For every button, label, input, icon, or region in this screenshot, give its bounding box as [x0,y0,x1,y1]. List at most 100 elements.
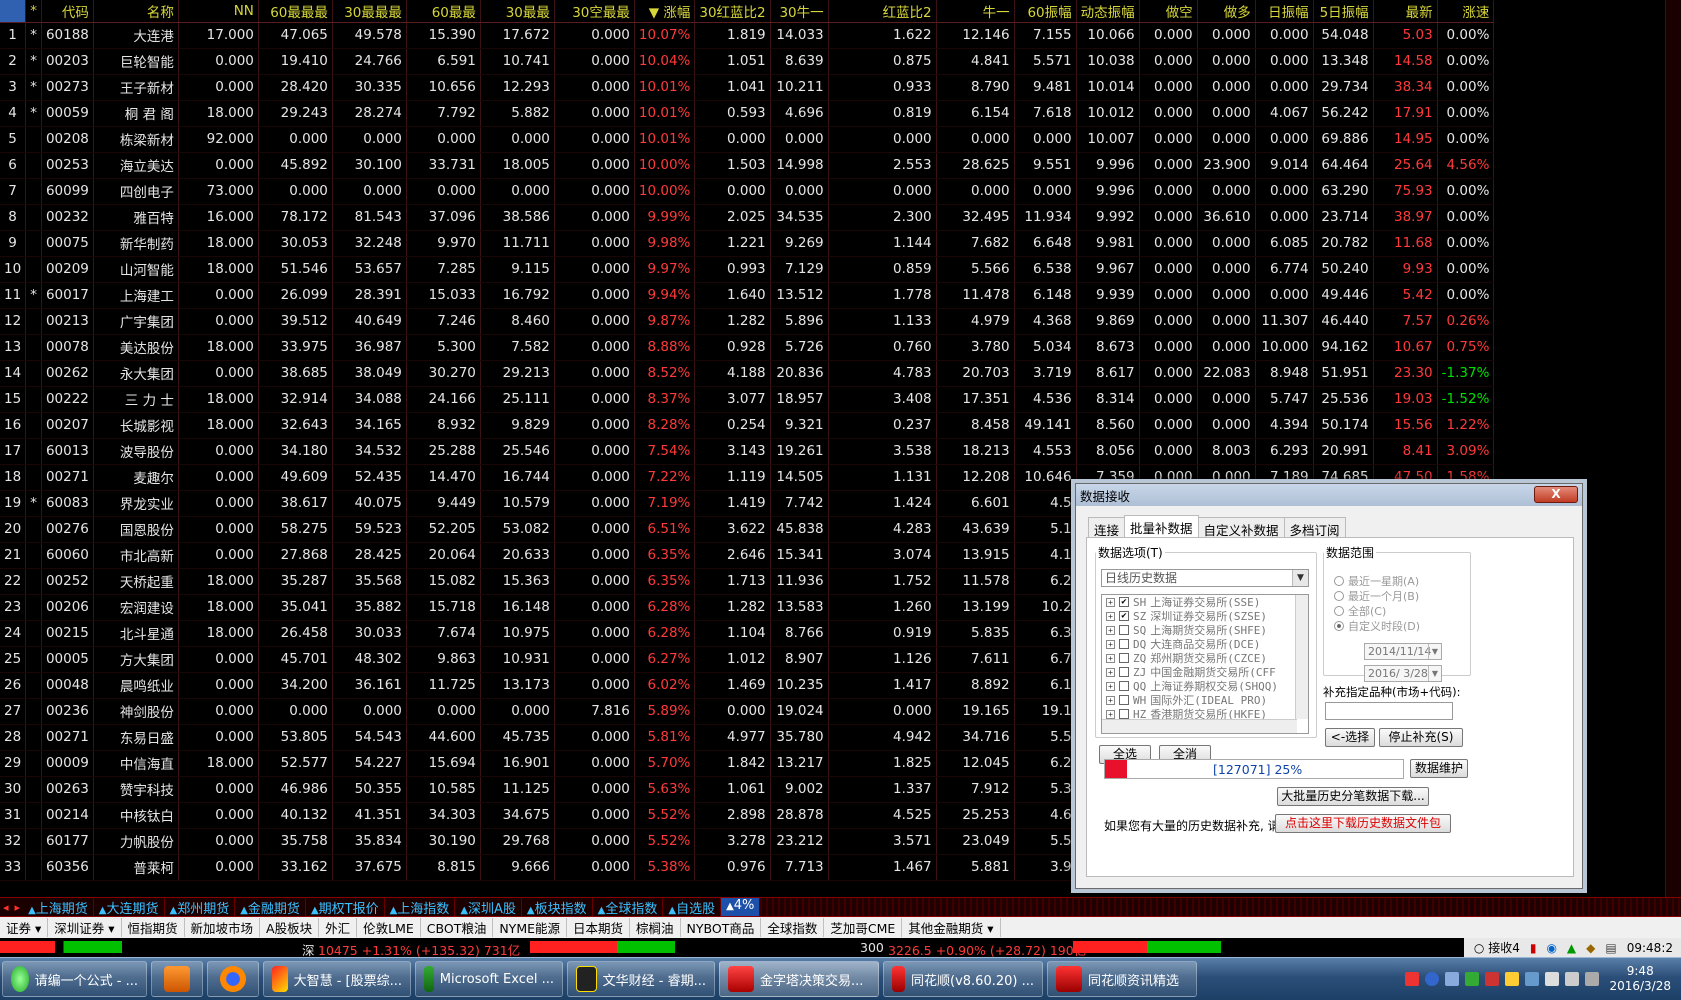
db-icon[interactable]: ▮ [1530,941,1537,955]
expand-icon[interactable]: + [1106,681,1115,691]
market-menu-item[interactable]: 日本期货 [567,918,631,937]
range-radio[interactable]: 自定义时段(D) [1334,618,1420,634]
column-header[interactable]: 牛一 [936,0,1015,23]
security-icon[interactable] [1465,972,1480,986]
market-menu-item[interactable]: NYME能源 [493,918,567,937]
column-header[interactable]: 30红蓝比2 [694,0,771,23]
table-row[interactable]: 4 * 00059 桐 君 阁 18.000 29.243 28.274 7.792 5.882… [0,100,1495,127]
expand-icon[interactable]: + [1106,625,1115,635]
market-menu-item[interactable]: 新加坡市场 [185,918,261,937]
table-row[interactable]: 17 60013 波导股份 0.000 34.180 34.532 25.288 25.546… [0,438,1495,465]
download-history-package-button[interactable]: 点击这里下载历史数据文件包 [1275,814,1451,833]
dialog-title-bar[interactable]: 数据接收 [1076,484,1582,506]
date-to-picker[interactable]: 2016/ 3/28 ▼ [1364,665,1442,682]
market-tab[interactable]: ▲上海期货 [23,898,94,916]
market-tab[interactable]: ▲自选股 [663,898,722,916]
table-row[interactable]: 1 * 60188 大连港 17.000 47.065 49.578 15.390 17.672… [0,22,1495,49]
column-header[interactable]: 日振幅 [1255,0,1314,23]
receive-status[interactable]: ○ 接收4 [1474,939,1520,956]
exchange-checkbox[interactable] [1119,653,1129,663]
column-header[interactable]: 30牛一 [770,0,829,23]
date-from-picker[interactable]: 2014/11/14 ▼ [1364,643,1442,660]
table-row[interactable]: 15 00222 三 力 士 18.000 32.914 34.088 24.166 25.1… [0,386,1495,413]
exchange-item[interactable]: + ZQ 郑州期货交易所(CZCE) [1102,651,1308,665]
market-tab[interactable]: ▲全球指数 [593,898,664,916]
column-header[interactable]: 60最最 [406,0,481,23]
tree-horizontal-scrollbar[interactable] [1102,719,1297,733]
market-menu-item[interactable]: CBOT粮油 [421,918,494,937]
taskbar-item-excel[interactable]: Microsoft Excel ... [415,961,563,997]
column-header[interactable]: 红蓝比2 [828,0,937,23]
exchange-item[interactable]: + ✔ SZ 深圳证券交易所(SZSE) [1102,609,1308,623]
table-row[interactable]: 16 00207 长城影视 18.000 32.643 34.165 8.932 9.829 0… [0,412,1495,439]
market-tab[interactable]: ▲郑州期货 [165,898,236,916]
market-menu-item[interactable]: NYBOT商品 [681,918,762,937]
column-header[interactable]: 做空 [1139,0,1198,23]
tree-vertical-scrollbar[interactable] [1295,595,1308,719]
market-menu-item[interactable]: 芝加哥CME [824,918,903,937]
market-menu-item[interactable]: 深圳证券 ▾ [48,918,122,937]
vertical-scrollbar[interactable] [1665,0,1681,897]
table-row[interactable]: 8 00232 雅百特 16.000 78.172 81.543 37.096 38.586 0… [0,204,1495,231]
bulk-tick-download-button[interactable]: 大批量历史分笔数据下载... [1277,787,1429,806]
column-header[interactable]: 做多 [1197,0,1256,23]
exchange-checkbox[interactable] [1119,639,1129,649]
sogou-icon[interactable] [1405,972,1420,986]
market-menu-item[interactable]: 证券 ▾ [0,918,49,937]
taskbar-item-dazhihui[interactable]: 大智慧 - [股票综... [263,961,411,997]
market-menu-item[interactable]: 外汇 [319,918,358,937]
column-header[interactable]: 30空最最 [554,0,635,23]
taskbar-item-tonghuashun[interactable]: 同花顺(v8.60.20) ... [883,961,1043,997]
network-tray-icon[interactable] [1445,972,1460,986]
exchange-item[interactable]: + ✔ SH 上海证券交易所(SSE) [1102,595,1308,609]
stop-supplement-button[interactable]: 停止补充(S) [1379,728,1463,747]
table-row[interactable]: 9 00075 新华制药 18.000 30.053 32.248 9.970 11.711 0… [0,230,1495,257]
expand-icon[interactable]: + [1106,695,1115,705]
taskbar-item-jinzita[interactable]: 金字塔决策交易... [719,961,879,997]
range-radio[interactable]: 最近一星期(A) [1334,573,1419,589]
monitor-icon[interactable] [1525,972,1540,986]
column-header[interactable]: * [25,0,42,23]
market-menu-item[interactable]: A股板块 [260,918,320,937]
exchange-checkbox[interactable] [1119,625,1129,635]
column-header[interactable]: ▼ 涨幅 [634,0,696,23]
exchange-checkbox[interactable] [1119,709,1129,719]
column-header[interactable]: 60最最最 [258,0,333,23]
market-tab[interactable]: ▲期权T报价 [306,898,385,916]
taskbar-item-firefox[interactable] [207,961,259,997]
exchange-item[interactable]: + DQ 大连商品交易所(DCE) [1102,637,1308,651]
network-icon[interactable]: ◉ [1546,941,1556,955]
range-radio[interactable]: 最近一个月(B) [1334,588,1419,604]
supplement-code-input[interactable] [1325,702,1453,720]
market-tab[interactable]: ▲上海指数 [385,898,456,916]
column-header[interactable]: 最新 [1373,0,1438,23]
column-header[interactable]: 名称 [93,0,179,23]
alert-icon[interactable]: ▲ [1567,941,1576,955]
exchange-checkbox[interactable] [1119,681,1129,691]
column-header[interactable]: 60振幅 [1014,0,1077,23]
data-maintain-button[interactable]: 数据维护 [1410,759,1468,778]
market-tab[interactable]: ▲深圳A股 [455,898,522,916]
market-tab[interactable]: ▲金融期货 [235,898,306,916]
column-selector[interactable] [0,0,27,23]
volume-icon[interactable] [1565,972,1580,986]
table-row[interactable]: 14 00262 永大集团 0.000 38.685 38.049 30.270 29.213… [0,360,1495,387]
column-header[interactable]: 代码 [41,0,94,23]
column-header[interactable]: 5日振幅 [1313,0,1374,23]
exchange-checkbox[interactable]: ✔ [1119,611,1129,621]
market-tab[interactable]: ▲大连期货 [94,898,165,916]
chart-tray-icon[interactable] [1505,972,1520,986]
choose-button[interactable]: <-选择 [1325,728,1375,747]
column-header[interactable]: NN [178,0,259,23]
exchange-item[interactable]: + QQ 上海证券期权交易(SHQQ) [1102,679,1308,693]
exchange-item[interactable]: + WH 国际外汇(IDEAL PRO) [1102,693,1308,707]
expand-icon[interactable]: + [1106,667,1115,677]
table-row[interactable]: 10 00209 山河智能 18.000 51.546 53.657 7.285 9.115 0… [0,256,1495,283]
market-menu-item[interactable]: 全球指数 [761,918,825,937]
market-menu-item[interactable]: 其他金融期货 ▾ [902,918,1001,937]
dialog-close-button[interactable]: X [1534,486,1578,503]
taskbar-item-formula[interactable]: 请编一个公式 - ... [2,961,147,997]
disk-icon[interactable]: ▤ [1605,941,1616,955]
taskbar-item-wenhua[interactable]: 文华财经 - 睿期... [567,961,715,997]
tab-scroll-left-icon[interactable]: ◂ [0,901,12,914]
